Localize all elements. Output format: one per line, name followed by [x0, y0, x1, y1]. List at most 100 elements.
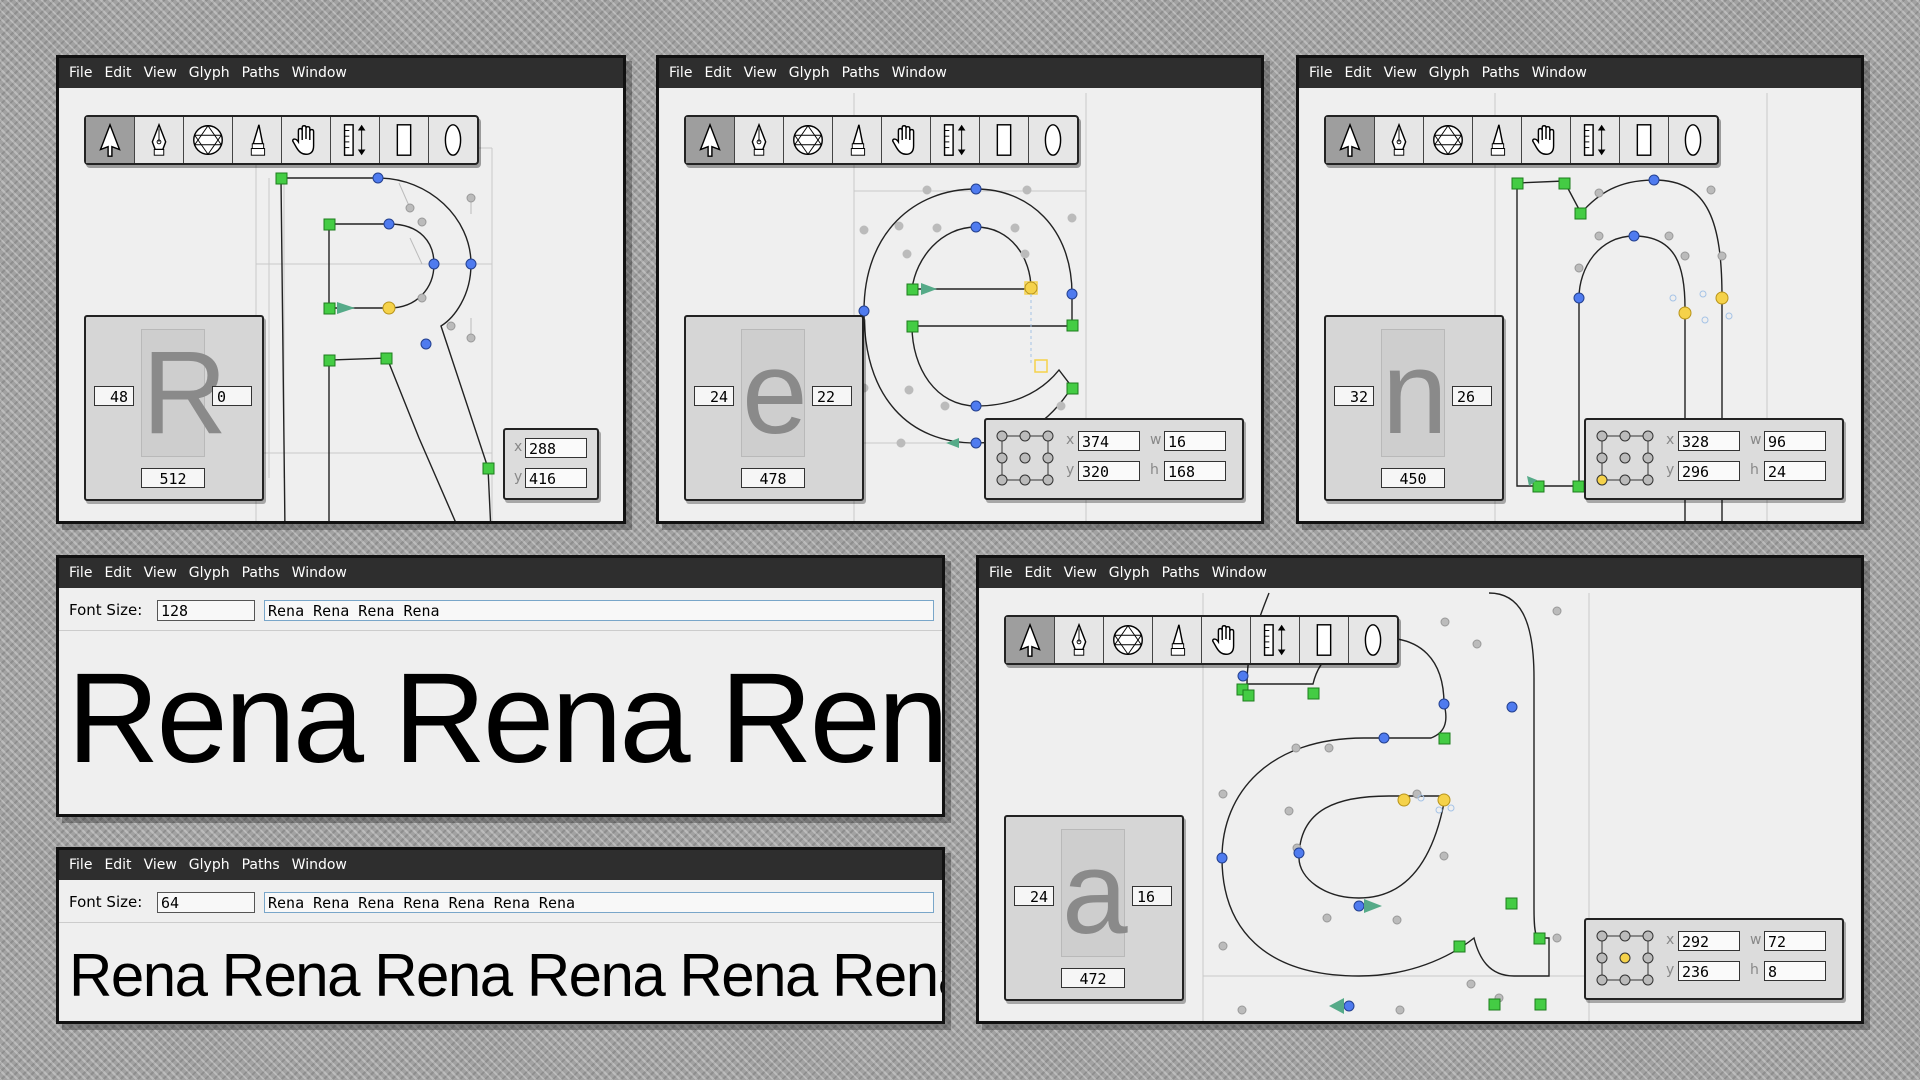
left-bearing-field[interactable]: 48 — [94, 386, 134, 406]
hand-tool-button[interactable] — [882, 117, 931, 163]
glyph-preview: n — [1381, 327, 1448, 459]
pen-tool-button[interactable] — [135, 117, 184, 163]
advance-width-field[interactable]: 450 — [1381, 468, 1445, 488]
font-size-input[interactable]: 128 — [157, 600, 255, 621]
width-field[interactable]: 72 — [1764, 931, 1826, 951]
menu-glyph[interactable]: Glyph — [189, 857, 230, 873]
rectangle-tool-button[interactable] — [1620, 117, 1669, 163]
measure-tool-button[interactable] — [331, 117, 380, 163]
anchor-grid-icon[interactable] — [1594, 928, 1656, 988]
pen-tool-icon — [1391, 122, 1407, 156]
pointer-tool-icon — [99, 122, 121, 157]
knife-tool-icon — [193, 124, 223, 156]
x-field[interactable]: 374 — [1078, 431, 1140, 451]
hand-tool-icon — [291, 125, 315, 155]
menu-edit[interactable]: Edit — [104, 857, 131, 873]
w-label: w — [1750, 432, 1762, 448]
menu-window[interactable]: Window — [292, 857, 347, 873]
height-field[interactable]: 24 — [1764, 461, 1826, 481]
rectangle-tool-button[interactable] — [380, 117, 429, 163]
rectangle-tool-button[interactable] — [980, 117, 1029, 163]
width-field[interactable]: 96 — [1764, 431, 1826, 451]
pointer-tool-button[interactable] — [1006, 617, 1055, 663]
advance-width-field[interactable]: 512 — [141, 468, 205, 488]
right-bearing-field[interactable]: 22 — [812, 386, 852, 406]
brush-tool-button[interactable] — [833, 117, 882, 163]
knife-tool-button[interactable] — [184, 117, 233, 163]
brush-tool-icon — [850, 124, 866, 156]
y-field[interactable]: 320 — [1078, 461, 1140, 481]
x-field[interactable]: 328 — [1678, 431, 1740, 451]
brush-tool-icon — [1490, 124, 1506, 156]
advance-width-field[interactable]: 472 — [1061, 968, 1125, 988]
menu-file[interactable]: File — [69, 857, 92, 873]
hand-tool-icon — [1531, 125, 1555, 155]
hand-tool-button[interactable] — [1522, 117, 1571, 163]
text-preview-window-small: File Edit View Glyph Paths Window Font Size: … — [56, 847, 945, 1024]
knife-tool-button[interactable] — [1424, 117, 1473, 163]
x-field[interactable]: 292 — [1678, 931, 1740, 951]
brush-tool-button[interactable] — [1153, 617, 1202, 663]
menu-view[interactable]: View — [144, 857, 177, 873]
measure-tool-button[interactable] — [1251, 617, 1300, 663]
brush-tool-button[interactable] — [1473, 117, 1522, 163]
pen-tool-button[interactable] — [1375, 117, 1424, 163]
ellipse-tool-icon — [1684, 124, 1702, 156]
glyph-editor-window-a: File Edit View Glyph Paths Window a 24 16 472 — [976, 555, 1864, 1024]
menu-glyph[interactable]: Glyph — [189, 565, 230, 581]
measure-tool-button[interactable] — [1571, 117, 1620, 163]
ellipse-tool-icon — [1364, 624, 1382, 656]
x-field[interactable]: 288 — [525, 438, 587, 458]
pointer-tool-button[interactable] — [686, 117, 735, 163]
measure-tool-button[interactable] — [931, 117, 980, 163]
glyph-preview: a — [1061, 827, 1128, 959]
y-field[interactable]: 416 — [525, 468, 587, 488]
menu-paths[interactable]: Paths — [242, 857, 280, 873]
knife-tool-icon — [793, 124, 823, 156]
ellipse-tool-button[interactable] — [1349, 617, 1397, 663]
pen-tool-icon — [751, 122, 767, 156]
knife-tool-button[interactable] — [1104, 617, 1153, 663]
font-size-input[interactable]: 64 — [157, 892, 255, 913]
width-field[interactable]: 16 — [1164, 431, 1226, 451]
hand-tool-button[interactable] — [282, 117, 331, 163]
anchor-grid-icon[interactable] — [1594, 428, 1656, 488]
pointer-tool-button[interactable] — [1326, 117, 1375, 163]
right-bearing-field[interactable]: 0 — [212, 386, 252, 406]
menu-paths[interactable]: Paths — [242, 565, 280, 581]
ellipse-tool-button[interactable] — [1029, 117, 1077, 163]
ellipse-tool-button[interactable] — [429, 117, 477, 163]
right-bearing-field[interactable]: 16 — [1132, 886, 1172, 906]
pen-tool-button[interactable] — [735, 117, 784, 163]
left-bearing-field[interactable]: 24 — [1014, 886, 1054, 906]
y-field[interactable]: 236 — [1678, 961, 1740, 981]
preview-text-input[interactable]: Rena Rena Rena Rena Rena Rena Rena — [264, 892, 934, 913]
glyph-preview: R — [141, 327, 228, 459]
ellipse-tool-button[interactable] — [1669, 117, 1717, 163]
right-bearing-field[interactable]: 26 — [1452, 386, 1492, 406]
h-label: h — [1750, 462, 1759, 478]
left-bearing-field[interactable]: 24 — [694, 386, 734, 406]
menu-window[interactable]: Window — [292, 565, 347, 581]
menu-bar: File Edit View Glyph Paths Window — [59, 558, 942, 588]
left-bearing-field[interactable]: 32 — [1334, 386, 1374, 406]
knife-tool-button[interactable] — [784, 117, 833, 163]
pen-tool-button[interactable] — [1055, 617, 1104, 663]
height-field[interactable]: 8 — [1764, 961, 1826, 981]
anchor-grid-icon[interactable] — [994, 428, 1056, 488]
height-field[interactable]: 168 — [1164, 461, 1226, 481]
tool-palette — [84, 115, 479, 165]
menu-edit[interactable]: Edit — [104, 565, 131, 581]
menu-file[interactable]: File — [69, 565, 92, 581]
rectangle-tool-button[interactable] — [1300, 617, 1349, 663]
y-label: y — [1666, 962, 1675, 978]
advance-width-field[interactable]: 478 — [741, 468, 805, 488]
hand-tool-button[interactable] — [1202, 617, 1251, 663]
preview-text-input[interactable]: Rena Rena Rena Rena — [264, 600, 934, 621]
pointer-tool-button[interactable] — [86, 117, 135, 163]
x-label: x — [514, 439, 523, 455]
menu-view[interactable]: View — [144, 565, 177, 581]
y-field[interactable]: 296 — [1678, 461, 1740, 481]
brush-tool-button[interactable] — [233, 117, 282, 163]
pointer-tool-icon — [1019, 622, 1041, 657]
